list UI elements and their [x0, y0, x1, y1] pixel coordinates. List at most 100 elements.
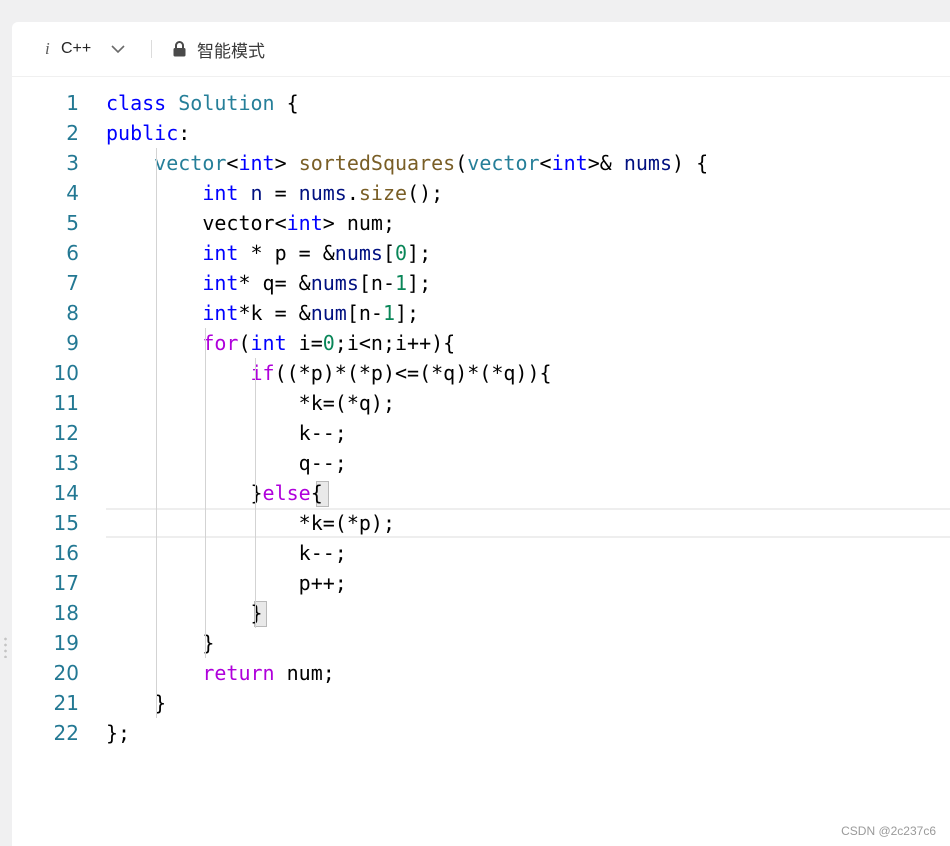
line-number: 15: [53, 511, 79, 535]
code-line[interactable]: 20 return num;: [12, 658, 950, 688]
code-text[interactable]: }: [106, 598, 263, 628]
code-token: int: [202, 241, 239, 265]
code-token: {: [274, 91, 299, 115]
code-line[interactable]: 11 *k=(*q);: [12, 388, 950, 418]
code-text[interactable]: k--;: [106, 418, 347, 448]
code-token: Solution: [178, 91, 275, 115]
line-number: 13: [53, 451, 79, 475]
code-line[interactable]: 7 int* q= &nums[n-1];: [12, 268, 950, 298]
code-token: *k = &: [238, 301, 311, 325]
code-text[interactable]: };: [106, 718, 130, 748]
code-line[interactable]: 5 vector<int> num;: [12, 208, 950, 238]
code-line[interactable]: 4 int n = nums.size();: [12, 178, 950, 208]
resize-handle[interactable]: [4, 636, 7, 658]
code-line[interactable]: 6 int * p = &nums[0];: [12, 238, 950, 268]
code-text[interactable]: *k=(*p);: [106, 508, 395, 538]
code-token: vector<: [202, 211, 287, 235]
code-text[interactable]: k--;: [106, 538, 347, 568]
indent-guide: [254, 358, 256, 628]
code-text[interactable]: }: [106, 688, 166, 718]
code-line[interactable]: 10 if((*p)*(*p)<=(*q)*(*q)){: [12, 358, 950, 388]
code-token: int: [551, 151, 588, 175]
code-token: *k=(*q);: [298, 391, 395, 415]
line-number: 20: [53, 661, 79, 685]
line-number: 8: [66, 301, 79, 325]
code-token: p++;: [298, 571, 347, 595]
code-token: int: [202, 271, 239, 295]
code-token: [n-: [358, 271, 395, 295]
code-line[interactable]: 12 k--;: [12, 418, 950, 448]
code-token: }: [250, 481, 263, 505]
code-line[interactable]: 9 for(int i=0;i<n;i++){: [12, 328, 950, 358]
code-text[interactable]: int*k = &num[n-1];: [106, 298, 419, 328]
code-text[interactable]: vector<int> sortedSquares(vector<int>& n…: [106, 148, 708, 178]
code-text[interactable]: vector<int> num;: [106, 208, 395, 238]
chevron-down-icon[interactable]: [111, 22, 125, 76]
code-token: nums: [310, 271, 359, 295]
code-token: int: [286, 211, 323, 235]
code-line[interactable]: 16 k--;: [12, 538, 950, 568]
code-line[interactable]: 8 int*k = &num[n-1];: [12, 298, 950, 328]
code-text[interactable]: public:: [106, 118, 190, 148]
language-selector-label[interactable]: C++: [61, 22, 91, 76]
code-text[interactable]: q--;: [106, 448, 347, 478]
code-token: [n-: [346, 301, 383, 325]
info-icon[interactable]: i: [45, 22, 55, 76]
code-line[interactable]: 14 }else{: [12, 478, 950, 508]
code-text[interactable]: }else{: [106, 478, 323, 508]
line-number: 21: [53, 691, 79, 715]
code-token: >: [274, 151, 299, 175]
line-number: 11: [53, 391, 79, 415]
code-token: <: [226, 151, 239, 175]
code-token: 1: [382, 301, 395, 325]
code-line[interactable]: 13 q--;: [12, 448, 950, 478]
line-number: 22: [53, 721, 79, 745]
code-line[interactable]: 1 class Solution {: [12, 88, 950, 118]
line-number: 7: [66, 271, 79, 295]
code-text[interactable]: int n = nums.size();: [106, 178, 443, 208]
code-text[interactable]: *k=(*q);: [106, 388, 395, 418]
code-line[interactable]: 22};: [12, 718, 950, 748]
code-token: num: [310, 301, 347, 325]
code-token: 1: [395, 271, 408, 295]
code-token: ;i<n;i++){: [334, 331, 456, 355]
smart-mode-toggle[interactable]: 智能模式: [197, 22, 265, 76]
code-text[interactable]: return num;: [106, 658, 334, 688]
code-token: vector: [467, 151, 540, 175]
code-line[interactable]: 17 p++;: [12, 568, 950, 598]
code-line[interactable]: 18 }: [12, 598, 950, 628]
code-text[interactable]: }: [106, 628, 214, 658]
code-token: ) {: [672, 151, 709, 175]
code-line[interactable]: 3 vector<int> sortedSquares(vector<int>&…: [12, 148, 950, 178]
code-line[interactable]: 21 }: [12, 688, 950, 718]
code-token: [: [382, 241, 395, 265]
code-token: q--;: [298, 451, 347, 475]
code-text[interactable]: for(int i=0;i<n;i++){: [106, 328, 455, 358]
code-text[interactable]: if((*p)*(*p)<=(*q)*(*q)){: [106, 358, 552, 388]
code-line[interactable]: 19 }: [12, 628, 950, 658]
code-token: >&: [587, 151, 624, 175]
code-line[interactable]: 2 public:: [12, 118, 950, 148]
code-token: ();: [407, 181, 444, 205]
line-number: 12: [53, 421, 79, 445]
code-token: :: [178, 121, 191, 145]
code-token: vector: [154, 151, 227, 175]
code-text[interactable]: class Solution {: [106, 88, 299, 118]
code-line[interactable]: 15 *k=(*p);: [12, 508, 950, 538]
code-text[interactable]: p++;: [106, 568, 347, 598]
line-number: 17: [53, 571, 79, 595]
code-token: i=: [286, 331, 323, 355]
toolbar-divider: [151, 40, 152, 58]
